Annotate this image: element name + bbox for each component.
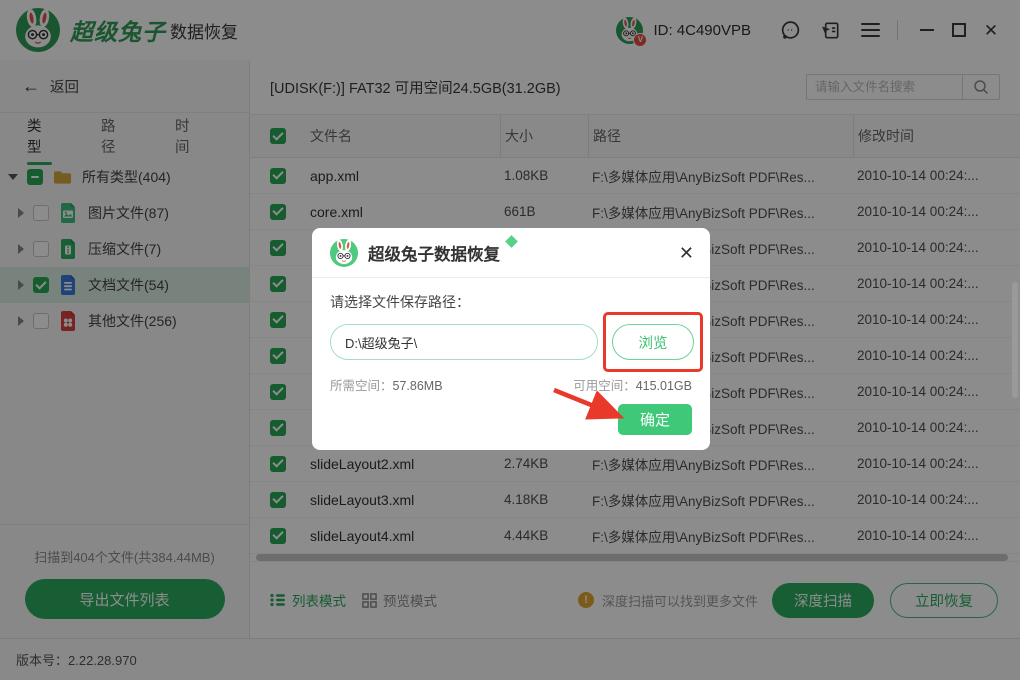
app-window: 超级兔子 数据恢复 V ID: 4C490VPB ✕ ← 返回 类型 路径 时间…: [0, 0, 1020, 680]
save-path-input[interactable]: [330, 324, 598, 360]
save-path-label: 请选择文件保存路径：: [330, 294, 470, 310]
annotation-arrow: [553, 387, 625, 420]
annotation-highlight-box: [603, 312, 703, 372]
dialog-logo-icon: [330, 238, 358, 267]
diamond-decoration-icon: [505, 235, 518, 248]
dialog-title: 超级兔子数据恢复: [368, 245, 500, 264]
dialog-close-icon[interactable]: ✕: [679, 244, 694, 262]
vertical-scrollbar[interactable]: [1012, 282, 1018, 398]
dialog-header: 超级兔子数据恢复 ✕: [312, 228, 710, 278]
required-space: 所需空间：57.86MB: [330, 379, 443, 393]
